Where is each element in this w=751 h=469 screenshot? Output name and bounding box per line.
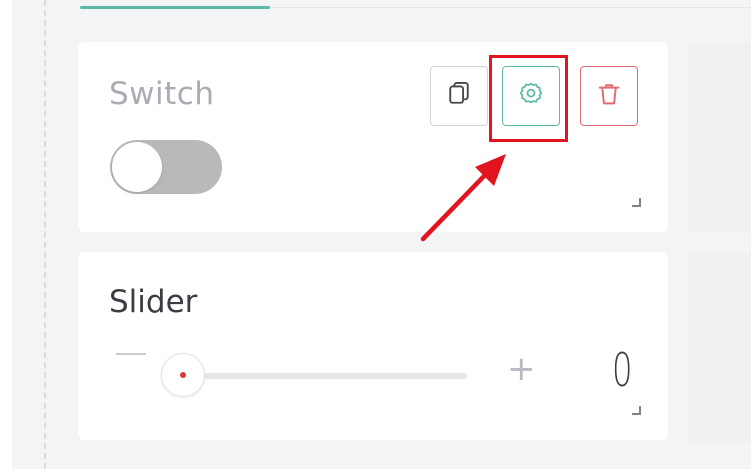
dashboard-canvas: Switch Slider + 0 xyxy=(0,0,751,469)
annotation-arrow xyxy=(420,154,506,242)
